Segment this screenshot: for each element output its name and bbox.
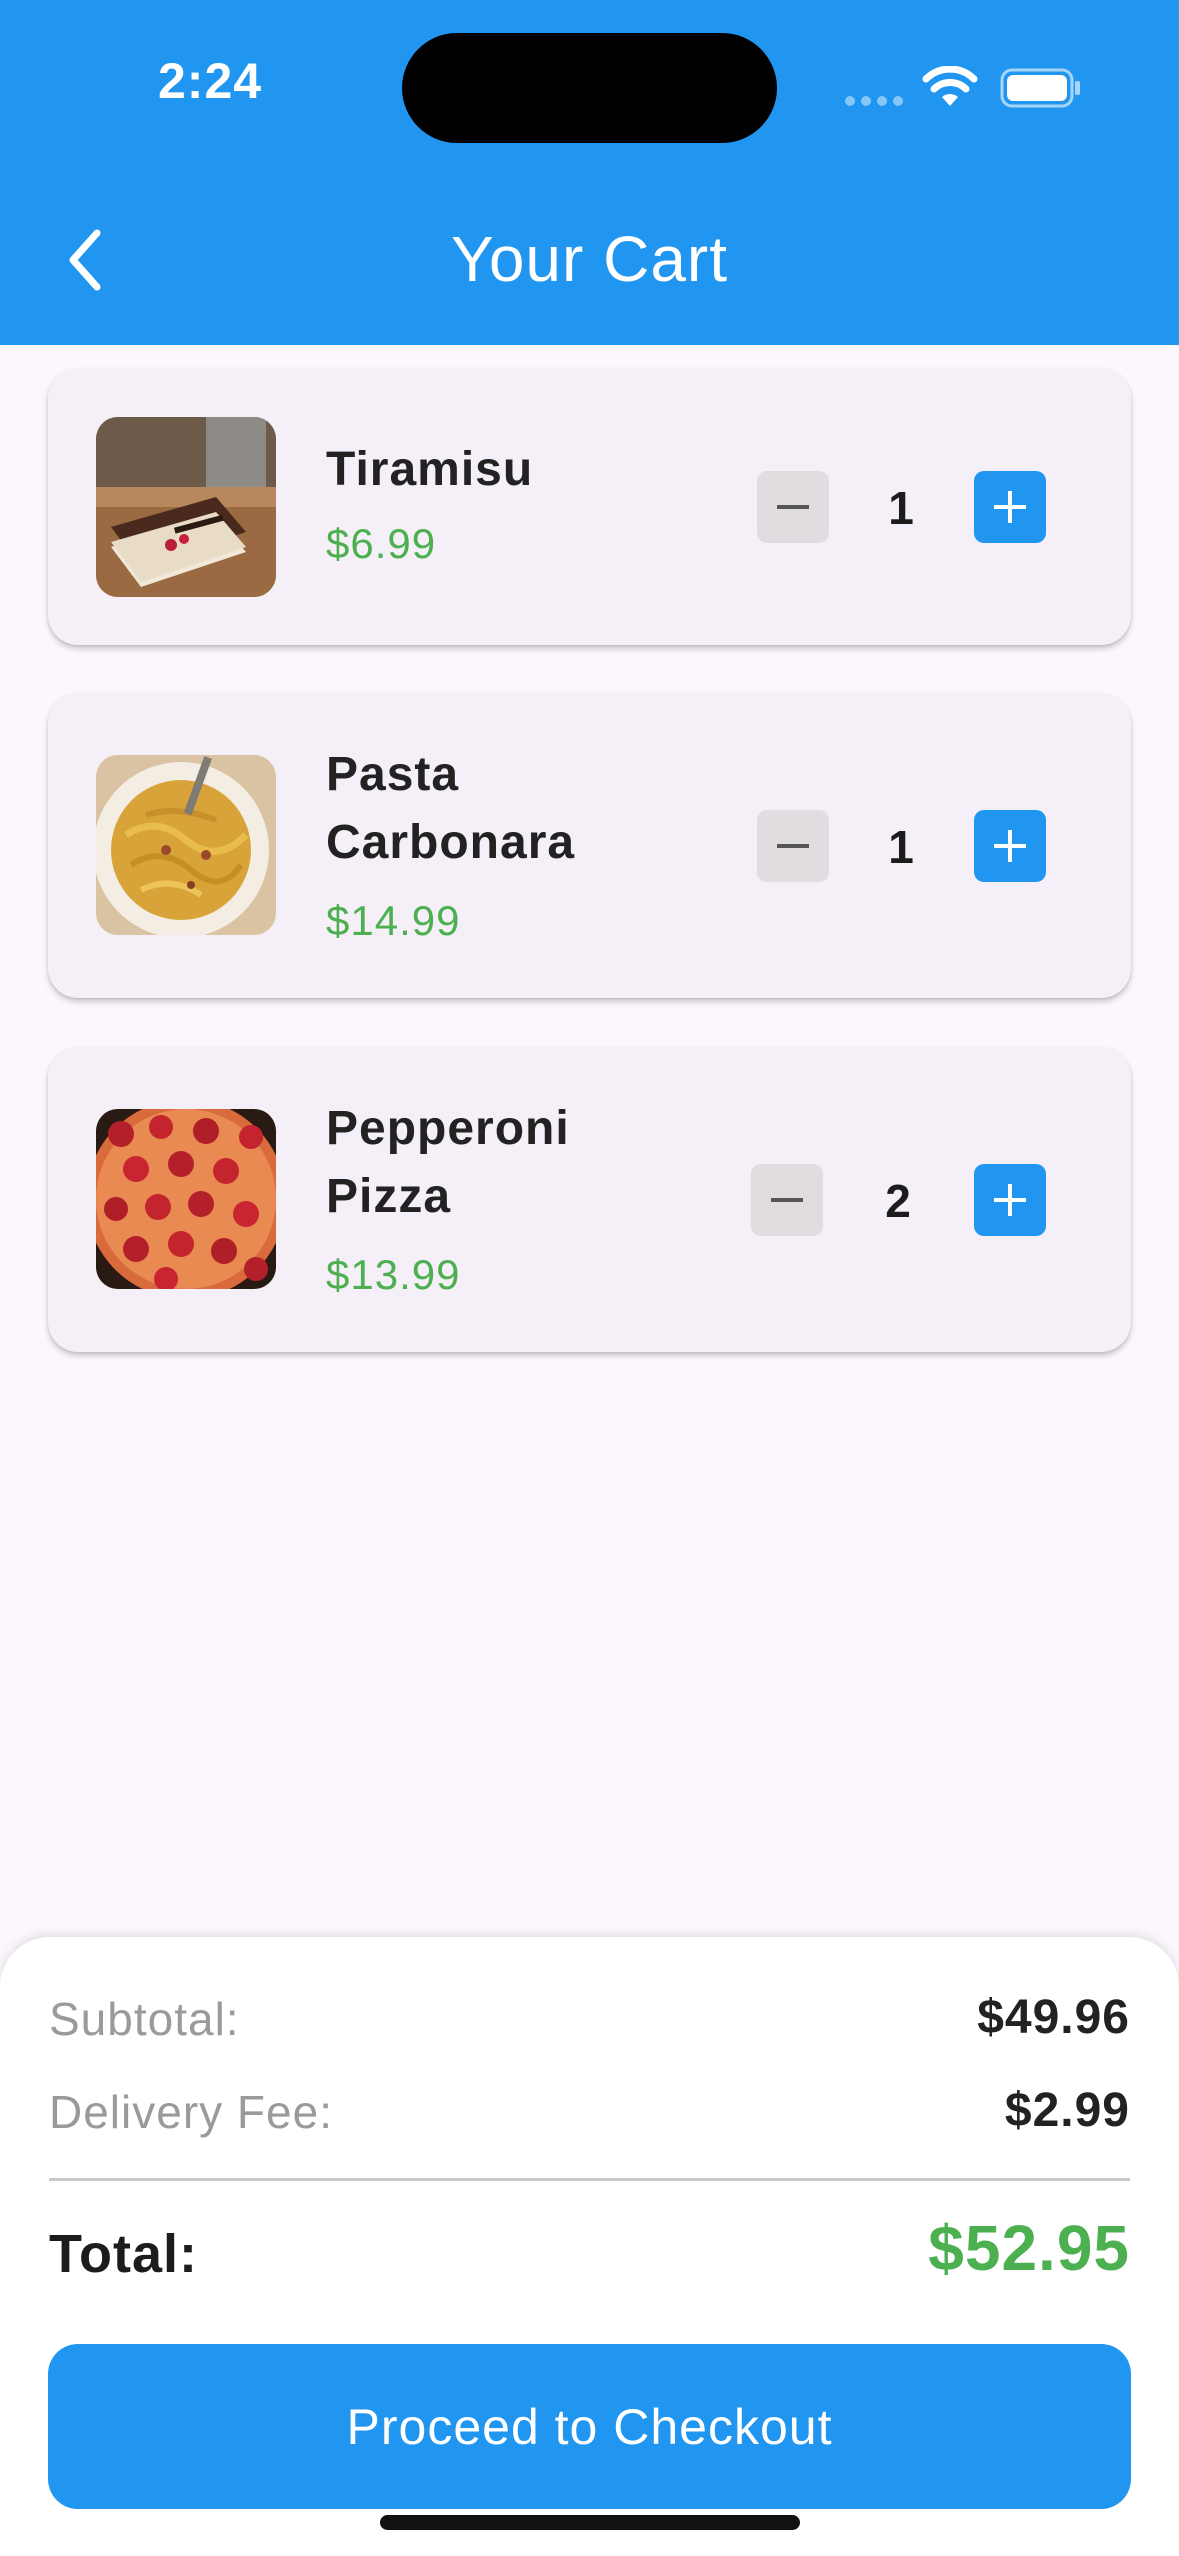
- cellular-signal-icon: [845, 96, 905, 106]
- battery-icon: [1000, 68, 1080, 108]
- proceed-to-checkout-button[interactable]: Proceed to Checkout: [48, 2344, 1131, 2509]
- minus-icon: [777, 844, 809, 848]
- item-price: $13.99: [326, 1251, 461, 1298]
- minus-icon: [771, 1198, 803, 1202]
- decrease-quantity-button[interactable]: [757, 471, 829, 543]
- item-thumbnail: [96, 417, 276, 597]
- item-thumbnail: [96, 1109, 276, 1289]
- increase-quantity-button[interactable]: [974, 810, 1046, 882]
- increase-quantity-button[interactable]: [974, 1164, 1046, 1236]
- item-price: $14.99: [326, 897, 461, 944]
- wifi-icon: [922, 66, 978, 106]
- item-name: Pepperoni Pizza: [326, 1102, 570, 1223]
- home-indicator[interactable]: [380, 2515, 800, 2530]
- subtotal-label: Subtotal:: [49, 1993, 240, 2045]
- total-value: $52.95: [928, 2212, 1130, 2284]
- plus-icon: [994, 491, 1026, 523]
- summary-divider: [49, 2178, 1130, 2181]
- plus-icon: [994, 830, 1026, 862]
- plus-icon: [994, 1184, 1026, 1216]
- quantity-value: 1: [888, 821, 914, 873]
- minus-icon: [777, 505, 809, 509]
- total-label: Total:: [49, 2224, 198, 2284]
- subtotal-value: $49.96: [977, 1991, 1130, 2044]
- order-summary-panel: Subtotal: $49.96 Delivery Fee: $2.99 Tot…: [0, 1937, 1179, 2556]
- delivery-fee-label: Delivery Fee:: [49, 2086, 333, 2138]
- item-name: Pasta Carbonara: [326, 748, 576, 869]
- cart-item-card: Pasta Carbonara $14.99 1: [48, 693, 1131, 998]
- increase-quantity-button[interactable]: [974, 471, 1046, 543]
- cart-item-card: Tiramisu $6.99 1: [48, 368, 1131, 645]
- item-price: $6.99: [326, 520, 437, 567]
- decrease-quantity-button[interactable]: [757, 810, 829, 882]
- app-header: 2:24 Your Cart: [0, 0, 1179, 345]
- status-time: 2:24: [158, 53, 263, 109]
- decrease-quantity-button[interactable]: [751, 1164, 823, 1236]
- item-thumbnail: [96, 755, 276, 935]
- quantity-value: 1: [888, 482, 914, 534]
- item-name: Tiramisu: [326, 443, 534, 496]
- delivery-fee-value: $2.99: [1004, 2084, 1130, 2137]
- quantity-value: 2: [885, 1175, 911, 1227]
- page-title: Your Cart: [451, 223, 728, 295]
- cart-item-card: Pepperoni Pizza $13.99 2: [48, 1047, 1131, 1352]
- dynamic-island: [402, 33, 777, 143]
